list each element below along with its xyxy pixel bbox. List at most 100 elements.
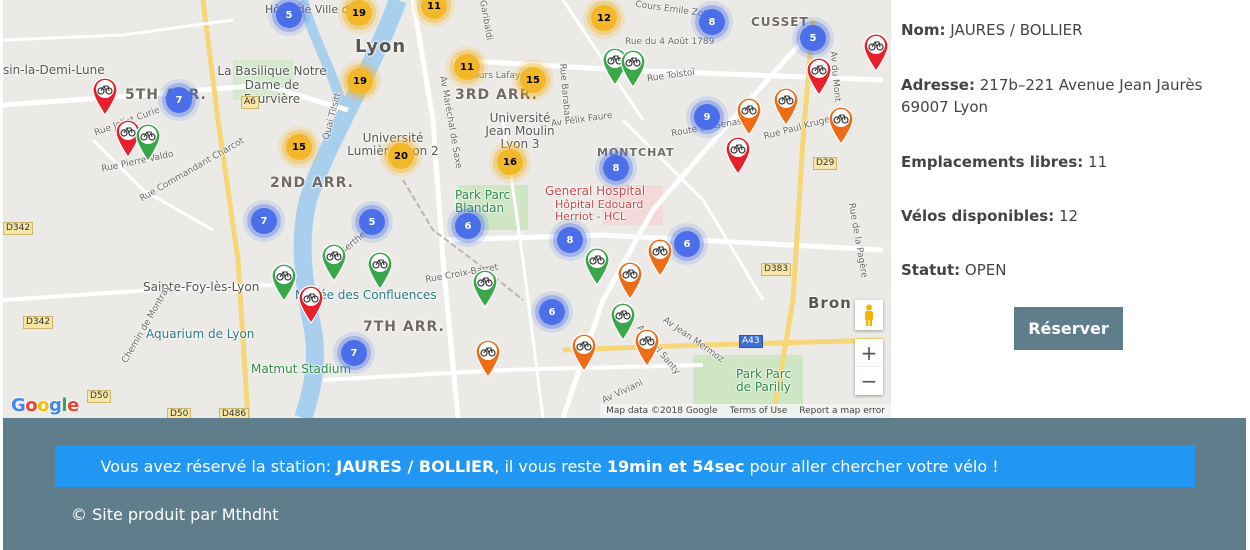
road-shield: D29: [813, 157, 838, 170]
bike-station-marker[interactable]: [862, 32, 890, 73]
street-view-pegman[interactable]: [855, 300, 883, 330]
reserve-button[interactable]: Réserver: [1014, 307, 1123, 350]
bike-station-marker[interactable]: [583, 246, 611, 287]
bike-pin-icon: [620, 49, 646, 89]
station-cluster-marker[interactable]: 5: [359, 209, 385, 235]
bike-pin-icon: [472, 269, 498, 309]
station-cluster-marker[interactable]: 16: [497, 149, 523, 175]
footer: Vous avez réservé la station: JAURES / B…: [3, 418, 1246, 550]
status-value: OPEN: [964, 261, 1007, 279]
road-shield: D342: [3, 222, 34, 235]
station-cluster-marker[interactable]: 15: [286, 134, 312, 160]
bikes-available-value: 12: [1059, 207, 1079, 225]
map-street-label: Rue du 4 Août 1789: [625, 37, 715, 47]
station-cluster-marker[interactable]: 20: [388, 143, 414, 169]
map-place-label: Aquarium de Lyon: [146, 327, 255, 341]
pegman-icon: [865, 304, 873, 326]
bike-station-marker[interactable]: [724, 135, 752, 176]
map-place-label: La Basilique Notre Dame de Fourvière: [217, 64, 327, 106]
bike-station-marker[interactable]: [270, 262, 298, 303]
bike-pin-icon: [298, 285, 324, 325]
bike-station-marker[interactable]: [91, 76, 119, 117]
station-cluster-marker[interactable]: 8: [557, 227, 583, 253]
free-slots-label: Emplacements libres:: [901, 153, 1084, 171]
bike-pin-icon: [617, 261, 643, 301]
station-bikes-row: Vélos disponibles: 12: [901, 205, 1231, 227]
road-shield: D50: [167, 408, 192, 418]
station-cluster-marker[interactable]: 6: [674, 231, 700, 257]
map-city-label: Lyon: [355, 36, 407, 57]
bike-station-marker[interactable]: [619, 48, 647, 89]
alert-suffix: pour aller chercher votre vélo !: [744, 456, 999, 476]
map-city-label: Bron: [808, 294, 852, 312]
copyright-text: © Site produit par Mthdht: [71, 505, 279, 524]
station-cluster-marker[interactable]: 19: [347, 68, 373, 94]
map-attribution: Map data ©2018 Google Terms of Use Repor…: [600, 404, 891, 418]
map-place-label: Université Jean Moulin Lyon 3: [485, 111, 555, 151]
bike-pin-icon: [828, 106, 854, 146]
bike-pin-icon: [806, 57, 832, 97]
bike-station-marker[interactable]: [366, 250, 394, 291]
bike-pin-icon: [725, 136, 751, 176]
station-address-row: Adresse: 217b–221 Avenue Jean Jaurès 690…: [901, 74, 1231, 118]
map-hospital-label: Hôpital Edouard Herriot - HCL: [555, 198, 644, 223]
bike-station-marker[interactable]: [735, 96, 763, 137]
map-data-credit: Map data ©2018 Google: [606, 406, 718, 416]
alert-prefix: Vous avez réservé la station:: [100, 456, 337, 476]
map-base-layer: [3, 0, 884, 418]
station-cluster-marker[interactable]: 5: [800, 25, 826, 51]
station-address-label: Adresse:: [901, 76, 975, 94]
bike-station-marker[interactable]: [471, 268, 499, 309]
report-map-error-link[interactable]: Report a map error: [799, 406, 885, 416]
terms-of-use-link[interactable]: Terms of Use: [730, 406, 788, 416]
station-info-panel: Nom: JAURES / BOLLIER Adresse: 217b–221 …: [901, 0, 1241, 418]
station-cluster-marker[interactable]: 7: [341, 340, 367, 366]
bike-station-marker[interactable]: [297, 284, 325, 325]
alert-station-name: JAURES / BOLLIER: [336, 456, 495, 476]
bike-station-marker[interactable]: [320, 242, 348, 283]
station-cluster-marker[interactable]: 6: [455, 213, 481, 239]
bike-station-marker[interactable]: [772, 86, 800, 127]
zoom-out-button[interactable]: −: [855, 367, 883, 395]
station-name-row: Nom: JAURES / BOLLIER: [901, 19, 1231, 41]
google-logo: Google: [11, 395, 79, 416]
station-cluster-marker[interactable]: 7: [166, 87, 192, 113]
station-cluster-marker[interactable]: 19: [346, 0, 372, 26]
station-cluster-marker[interactable]: 11: [454, 54, 480, 80]
station-cluster-marker[interactable]: 6: [539, 299, 565, 325]
road-shield: D486: [219, 408, 250, 418]
map-hospital-label: General Hospital: [545, 184, 646, 198]
station-map[interactable]: Lyon Bron CUSSET 5TH ARR. 3RD ARR. 2ND A…: [3, 0, 891, 418]
bike-pin-icon: [321, 243, 347, 283]
station-name-value: JAURES / BOLLIER: [950, 21, 1083, 39]
map-park-label: Park Parc de Parilly: [736, 367, 792, 394]
station-cluster-marker[interactable]: 8: [603, 155, 629, 181]
station-cluster-marker[interactable]: 9: [694, 104, 720, 130]
bike-station-marker[interactable]: [805, 56, 833, 97]
bike-pin-icon: [584, 247, 610, 287]
bike-station-marker[interactable]: [616, 260, 644, 301]
bike-station-marker[interactable]: [474, 338, 502, 379]
station-cluster-marker[interactable]: 7: [251, 208, 277, 234]
road-shield: D342: [23, 316, 54, 329]
bike-pin-icon: [647, 238, 673, 278]
bike-pin-icon: [367, 251, 393, 291]
road-shield: A6: [241, 96, 259, 109]
zoom-in-button[interactable]: +: [855, 339, 883, 367]
station-cluster-marker[interactable]: 12: [591, 5, 617, 31]
station-name-label: Nom:: [901, 21, 946, 39]
station-cluster-marker[interactable]: 15: [520, 67, 546, 93]
station-cluster-marker[interactable]: 5: [276, 2, 302, 28]
bike-pin-icon: [863, 33, 889, 73]
bike-station-marker[interactable]: [646, 237, 674, 278]
bike-station-marker[interactable]: [134, 122, 162, 163]
reservation-alert: Vous avez réservé la station: JAURES / B…: [55, 445, 1195, 487]
bike-pin-icon: [475, 339, 501, 379]
map-park-label: Park Parc Blandan: [455, 188, 511, 215]
bike-station-marker[interactable]: [570, 332, 598, 373]
bike-pin-icon: [736, 97, 762, 137]
bike-station-marker[interactable]: [827, 105, 855, 146]
bike-pin-icon: [271, 263, 297, 303]
station-cluster-marker[interactable]: 8: [699, 9, 725, 35]
bike-station-marker[interactable]: [633, 327, 661, 368]
